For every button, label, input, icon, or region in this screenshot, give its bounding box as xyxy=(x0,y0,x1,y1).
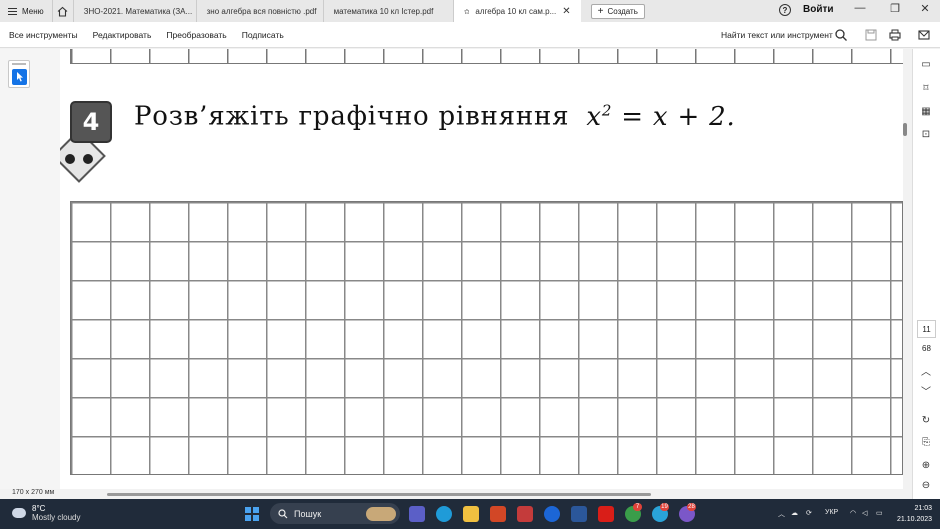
battery-icon[interactable]: ▭ xyxy=(876,509,883,517)
home-icon xyxy=(57,6,68,17)
tool-divider xyxy=(12,63,26,65)
tab-zno-algebra[interactable]: зно алгебра вся повністю .pdf xyxy=(197,0,324,22)
refresh-icon[interactable]: ↻ xyxy=(920,415,932,427)
save-page-icon[interactable]: ⎘ xyxy=(920,437,932,449)
search-icon xyxy=(278,508,288,518)
powerpoint-icon[interactable] xyxy=(490,506,506,522)
menu-label: Меню xyxy=(22,6,44,16)
close-window-icon[interactable]: ✕ xyxy=(917,2,933,15)
start-button-icon[interactable] xyxy=(245,507,259,521)
weather-cloud-icon xyxy=(9,505,26,518)
current-page-input[interactable]: 11 xyxy=(917,320,936,338)
search-label: Пошук xyxy=(294,508,322,519)
equation-rest: = x + 2. xyxy=(612,101,736,132)
edge-icon[interactable] xyxy=(436,506,452,522)
print-icon[interactable] xyxy=(888,28,902,42)
page-size-label: 170 x 270 мм xyxy=(12,489,55,496)
help-icon[interactable]: ? xyxy=(779,4,791,16)
tray-chevron-icon[interactable]: ︿ xyxy=(778,509,785,519)
equation-base: x xyxy=(586,101,602,132)
close-tab-icon[interactable]: ✕ xyxy=(562,6,570,17)
weather-widget[interactable]: 8°C Mostly cloudy xyxy=(9,504,81,522)
create-label: Создать xyxy=(607,6,638,16)
taskbar-search[interactable]: Пошук xyxy=(270,503,400,524)
viber-badge: 28 xyxy=(687,503,696,511)
equation-exponent: 2 xyxy=(601,101,613,119)
chrome-badge: 7 xyxy=(633,503,642,511)
page-up-icon[interactable]: ︿ xyxy=(920,367,932,379)
tab-matematyka-ister[interactable]: математика 10 кл Істер.pdf xyxy=(324,0,454,22)
page-down-icon[interactable]: ﹀ xyxy=(920,387,932,399)
answer-grid xyxy=(70,201,903,475)
tab-label: зно алгебра вся повністю .pdf xyxy=(206,6,317,16)
all-tools-menu[interactable]: Все инструменты xyxy=(9,30,78,40)
lock-icon[interactable]: ⊡ xyxy=(920,129,932,141)
bookmark-icon[interactable]: ⌑ xyxy=(920,83,932,95)
task-number-badge: 4 xyxy=(70,101,112,143)
search-highlight-icon xyxy=(366,506,396,521)
telegram-badge: 19 xyxy=(660,503,669,511)
meet-app-icon[interactable] xyxy=(409,506,425,522)
tab-bar: Меню ЗНО-2021. Математика (ЗА... зно алг… xyxy=(0,0,940,22)
status-bar: 170 x 270 мм xyxy=(0,489,912,499)
home-button[interactable] xyxy=(51,0,74,22)
search-icon[interactable] xyxy=(834,28,848,42)
menu-button[interactable]: Меню xyxy=(0,0,52,22)
left-tool-rail xyxy=(0,49,60,489)
difficulty-dot xyxy=(83,154,93,164)
acrobat-icon[interactable] xyxy=(598,506,614,522)
star-icon[interactable] xyxy=(463,6,470,17)
windows-taskbar: 8°C Mostly cloudy Пошук 7 19 28 ︿ ☁ ⟳ УК… xyxy=(0,499,940,529)
find-tool-search[interactable]: Найти текст или инструмент xyxy=(721,30,833,40)
tab-label: ЗНО-2021. Математика (ЗА... xyxy=(83,6,193,16)
comment-icon[interactable]: ▭ xyxy=(920,59,932,71)
mail-icon[interactable] xyxy=(917,28,931,42)
wifi-icon[interactable]: ◠ xyxy=(850,509,856,517)
login-button[interactable]: Войти xyxy=(803,4,834,15)
select-tool-button[interactable] xyxy=(8,60,30,88)
grid-previous-section xyxy=(70,49,903,64)
time: 21:03 xyxy=(914,505,933,512)
zoom-out-icon[interactable]: ⊖ xyxy=(920,480,932,492)
sync-icon[interactable]: ⟳ xyxy=(806,509,812,517)
total-pages: 68 xyxy=(922,344,931,353)
hamburger-icon xyxy=(8,7,17,15)
task-equation: x2 = x + 2. xyxy=(586,101,736,132)
save-icon[interactable] xyxy=(864,28,878,42)
cursor-icon xyxy=(12,69,27,85)
tab-label: алгебра 10 кл сам.р... xyxy=(475,6,557,16)
right-panel: ▭ ⌑ ▦ ⊡ 11 68 ︿ ﹀ ↻ ⎘ ⊕ ⊖ xyxy=(912,49,940,499)
toolbar: Все инструменты Редактировать Преобразов… xyxy=(0,22,940,48)
zoom-app-icon[interactable] xyxy=(544,506,560,522)
volume-icon[interactable]: ◁ xyxy=(862,509,867,517)
clock[interactable]: 21:03 21.10.2023 xyxy=(897,503,932,525)
convert-menu[interactable]: Преобразовать xyxy=(166,30,226,40)
vertical-scrollbar[interactable] xyxy=(903,123,907,136)
word-icon[interactable] xyxy=(571,506,587,522)
temperature: 8°C xyxy=(32,504,46,513)
edit-menu[interactable]: Редактировать xyxy=(93,30,152,40)
minimize-icon[interactable]: — xyxy=(852,2,868,14)
thumbnails-icon[interactable]: ▦ xyxy=(920,106,932,118)
tab-algebra-active[interactable]: алгебра 10 кл сам.р... ✕ xyxy=(453,0,581,22)
horizontal-scrollbar[interactable] xyxy=(107,493,651,496)
document-page: 4 Розв’яжіть графічно рівняння x2 = x + … xyxy=(60,49,903,489)
sign-menu[interactable]: Подписать xyxy=(242,30,284,40)
create-button[interactable]: + Создать xyxy=(590,3,645,19)
onedrive-icon[interactable]: ☁ xyxy=(791,509,798,517)
file-explorer-icon[interactable] xyxy=(463,506,479,522)
plus-icon: + xyxy=(597,5,604,17)
difficulty-dot xyxy=(65,154,75,164)
zoom-in-icon[interactable]: ⊕ xyxy=(920,460,932,472)
language-indicator[interactable]: УКР xyxy=(825,509,838,516)
tab-label: математика 10 кл Істер.pdf xyxy=(333,6,434,16)
date: 21.10.2023 xyxy=(897,516,933,523)
task-statement: Розв’яжіть графічно рівняння x2 = x + 2. xyxy=(134,101,736,132)
maximize-icon[interactable]: ❐ xyxy=(887,2,903,15)
weather-description: Mostly cloudy xyxy=(32,513,81,522)
tab-zno-2021[interactable]: ЗНО-2021. Математика (ЗА... xyxy=(74,0,197,22)
access-icon[interactable] xyxy=(517,506,533,522)
task-text: Розв’яжіть графічно рівняння xyxy=(134,101,570,132)
